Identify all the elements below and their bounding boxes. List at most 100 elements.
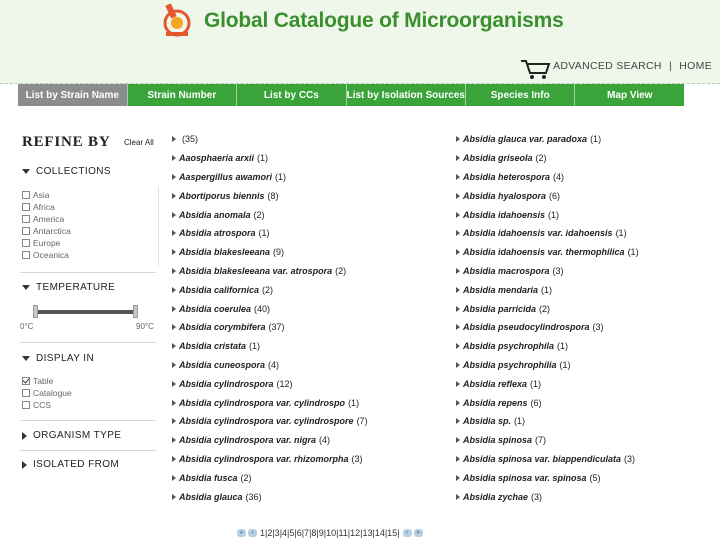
checkbox[interactable]	[22, 191, 30, 199]
strain-count: (2)	[262, 284, 274, 295]
list-item[interactable]: Absidia fusca (2)	[172, 468, 368, 487]
display-in-label: DISPLAY IN	[36, 353, 95, 364]
temperature-header[interactable]: TEMPERATURE	[22, 282, 115, 293]
list-item[interactable]: Absidia spinosa var. spinosa (5)	[456, 468, 639, 487]
home-link[interactable]: HOME	[679, 60, 712, 72]
collection-option[interactable]: Asia	[22, 190, 50, 200]
tab-strain-number[interactable]: Strain Number	[127, 84, 238, 106]
tab-list-by-strain-name[interactable]: List by Strain Name	[18, 84, 128, 106]
list-item[interactable]: Absidia atrospora (1)	[172, 224, 368, 243]
first-page-icon[interactable]: «	[237, 529, 246, 537]
isolated-from-header[interactable]: ISOLATED FROM	[22, 459, 119, 470]
temperature-max-handle[interactable]	[133, 305, 138, 318]
clear-all-link[interactable]: Clear All	[124, 138, 154, 147]
checkbox[interactable]	[22, 227, 30, 235]
species-name: Absidia californica	[179, 284, 260, 295]
collection-option[interactable]: Oceanica	[22, 250, 69, 260]
species-name: Absidia cylindrospora var. rhizomorpha	[179, 453, 349, 464]
list-item[interactable]: Absidia griseola (2)	[456, 149, 639, 168]
list-item[interactable]: Absidia coerulea (40)	[172, 299, 368, 318]
list-item[interactable]: Absidia cylindrospora (12)	[172, 374, 368, 393]
list-item[interactable]: Absidia glauca (36)	[172, 487, 368, 506]
list-item[interactable]: Absidia spinosa var. biappendiculata (3)	[456, 450, 639, 469]
organism-type-header[interactable]: ORGANISM TYPE	[22, 430, 121, 441]
chevron-right-icon	[22, 460, 27, 469]
list-item[interactable]: Absidia cylindrospora var. cylindrospore…	[172, 412, 368, 431]
list-item[interactable]: Absidia psychrophilia (1)	[456, 356, 639, 375]
list-item[interactable]: Absidia corymbifera (37)	[172, 318, 368, 337]
strain-count: (5)	[589, 472, 601, 483]
list-item[interactable]: Absidia sp. (1)	[456, 412, 639, 431]
arrow-right-icon	[172, 437, 176, 444]
strain-count: (1)	[258, 228, 270, 239]
checkbox[interactable]	[22, 401, 30, 409]
tab-species-info[interactable]: Species Info	[465, 84, 576, 106]
list-item[interactable]: Absidia cylindrospora var. rhizomorpha (3…	[172, 450, 368, 469]
list-item[interactable]: Absidia blakesleeana var. atrospora (2)	[172, 262, 368, 281]
display-option-catalogue[interactable]: Catalogue	[22, 388, 72, 398]
list-item[interactable]: Absidia cristata (1)	[172, 337, 368, 356]
strain-count: (4)	[319, 435, 331, 446]
list-item[interactable]: Absidia cylindrospora var. nigra (4)	[172, 431, 368, 450]
list-item[interactable]: Absidia idahoensis (1)	[456, 205, 639, 224]
display-option-ccs[interactable]: CCS	[22, 400, 51, 410]
strain-count: (1)	[514, 416, 526, 427]
list-item[interactable]: Absidia pseudocylindrospora (3)	[456, 318, 639, 337]
tab-map-view[interactable]: Map View	[575, 84, 685, 106]
advanced-search-link[interactable]: ADVANCED SEARCH	[553, 60, 662, 72]
list-item[interactable]: Absidia zychae (3)	[456, 487, 639, 506]
strain-count: (2)	[539, 303, 551, 314]
list-item[interactable]: Absidia hyalospora (6)	[456, 186, 639, 205]
list-item[interactable]: Absidia reflexa (1)	[456, 374, 639, 393]
display-in-header[interactable]: DISPLAY IN	[22, 353, 94, 364]
checkbox[interactable]	[22, 377, 30, 385]
list-item[interactable]: Absidia californica (2)	[172, 280, 368, 299]
collection-option[interactable]: Africa	[22, 202, 55, 212]
list-item[interactable]: Absidia idahoensis var. thermophilica (1)	[456, 243, 639, 262]
list-item[interactable]: Absidia repens (6)	[456, 393, 639, 412]
strain-count: (1)	[590, 134, 602, 145]
checkbox[interactable]	[22, 215, 30, 223]
checkbox[interactable]	[22, 239, 30, 247]
list-item[interactable]: Absidia blakesleeana (9)	[172, 243, 368, 262]
temperature-min-handle[interactable]	[33, 305, 38, 318]
list-item[interactable]: Absidia anomala (2)	[172, 205, 368, 224]
strain-count: (1)	[559, 359, 571, 370]
page-links[interactable]: 1|2|3|4|5|6|7|8|9|10|11|12|13|14|15|	[260, 528, 400, 538]
list-item[interactable]: Absidia glauca var. paradoxa (1)	[456, 130, 639, 149]
divider	[158, 186, 159, 266]
checkbox[interactable]	[22, 389, 30, 397]
list-item[interactable]: Absidia idahoensis var. idahoensis (1)	[456, 224, 639, 243]
tab-list-by-ccs[interactable]: List by CCs	[237, 84, 347, 106]
collection-option[interactable]: America	[22, 214, 64, 224]
last-page-icon[interactable]: »	[413, 529, 423, 537]
chevron-down-icon	[22, 356, 30, 361]
tab-list-by-isolation-sources[interactable]: List by Isolation Sources	[346, 84, 466, 106]
list-item[interactable]: Absidia parricida (2)	[456, 299, 639, 318]
list-item[interactable]: (35)	[172, 130, 368, 149]
prev-page-icon[interactable]: ‹	[248, 529, 257, 537]
display-option-table[interactable]: Table	[22, 376, 53, 386]
temperature-min-label: 0°C	[20, 322, 34, 331]
list-item[interactable]: Absidia cylindrospora var. cylindrospo (1…	[172, 393, 368, 412]
list-item[interactable]: Absidia psychrophila (1)	[456, 337, 639, 356]
checkbox[interactable]	[22, 251, 30, 259]
list-item[interactable]: Absidia mendaria (1)	[456, 280, 639, 299]
list-item[interactable]: Aaspergillus awamori (1)	[172, 168, 368, 187]
temperature-slider-track[interactable]	[34, 310, 136, 314]
list-item[interactable]: Absidia heterospora (4)	[456, 168, 639, 187]
collection-option[interactable]: Europe	[22, 238, 60, 248]
next-page-icon[interactable]: ›	[402, 529, 412, 537]
list-item[interactable]: Aaosphaeria arxii (1)	[172, 149, 368, 168]
list-item[interactable]: Absidia spinosa (7)	[456, 431, 639, 450]
checkbox[interactable]	[22, 203, 30, 211]
arrow-right-icon	[172, 324, 176, 331]
arrow-right-icon	[456, 286, 460, 293]
list-item[interactable]: Abortiporus biennis (8)	[172, 186, 368, 205]
collection-option[interactable]: Antarctica	[22, 226, 71, 236]
collections-header[interactable]: COLLECTIONS	[22, 166, 111, 177]
shopping-cart-icon[interactable]	[520, 58, 552, 80]
list-item[interactable]: Absidia macrospora (3)	[456, 262, 639, 281]
gcm-logo-icon[interactable]	[160, 2, 194, 38]
list-item[interactable]: Absidia cuneospora (4)	[172, 356, 368, 375]
